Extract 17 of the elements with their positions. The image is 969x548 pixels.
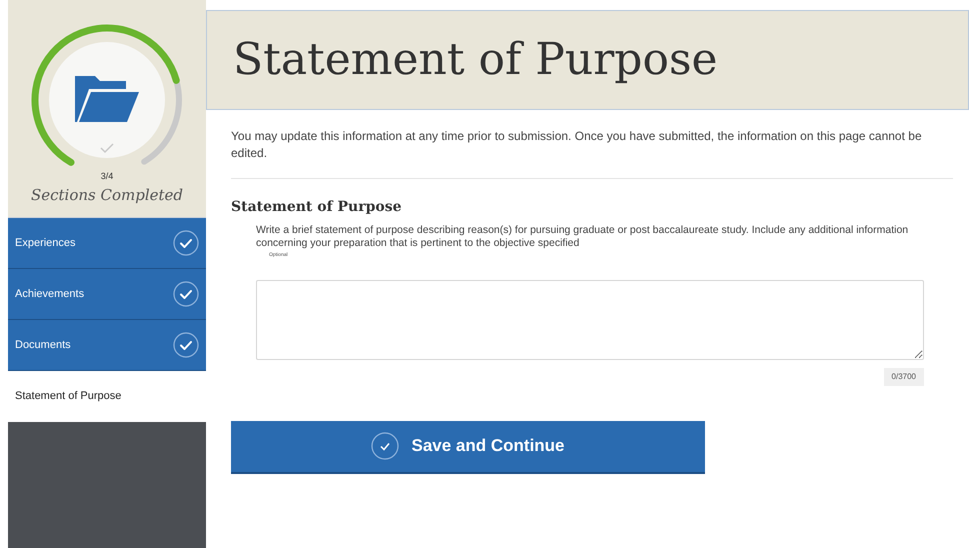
statement-textarea[interactable]	[256, 280, 924, 360]
progress-count: 3/4	[100, 170, 114, 183]
section-title: Statement of Purpose	[231, 198, 402, 217]
character-counter: 0/3700	[884, 368, 924, 386]
field-description: Write a brief statement of purpose describing reason(s) for pursuing graduate or post baccalaureate study. Include any additional information concerning your preparation that is pertinent to the objective specified	[256, 224, 910, 250]
page-title: Statement of Purpose	[233, 33, 718, 87]
check-circle-icon	[173, 281, 199, 307]
sidebar-item[interactable]: Achievements	[8, 269, 206, 320]
check-icon	[99, 142, 115, 154]
sidebar-item[interactable]: Experiences	[8, 218, 206, 269]
check-circle-icon	[173, 332, 199, 358]
check-circle-icon	[173, 230, 199, 256]
check-circle-icon	[371, 432, 400, 460]
progress-label: Sections Completed	[30, 184, 184, 206]
save-continue-button[interactable]: Save and Continue	[231, 420, 705, 474]
sidebar-item[interactable]: Documents	[8, 320, 206, 371]
notice-text: You may update this information at any time prior to submission. Once you have submitted, the information on this page cannot be edited.	[231, 128, 953, 179]
